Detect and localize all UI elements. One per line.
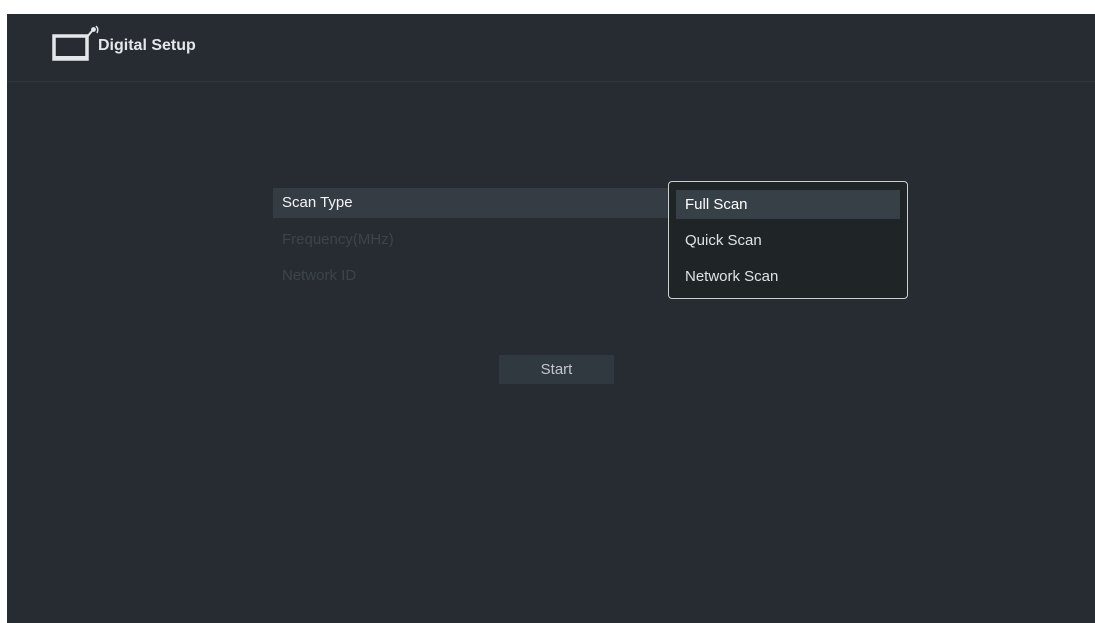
start-button[interactable]: Start <box>499 355 614 384</box>
option-network-scan[interactable]: Network Scan <box>676 262 900 291</box>
scan-type-dropdown: Full Scan Quick Scan Network Scan <box>668 181 908 299</box>
option-full-scan[interactable]: Full Scan <box>676 190 900 219</box>
option-quick-scan[interactable]: Quick Scan <box>676 226 900 255</box>
header-bar: Digital Setup <box>7 14 1095 82</box>
menu-item-scan-type[interactable]: Scan Type <box>273 188 673 218</box>
menu-item-network-id: Network ID <box>282 267 357 284</box>
page-title: Digital Setup <box>98 37 196 54</box>
tv-antenna-icon <box>52 25 100 63</box>
tv-screen: Digital Setup Scan Type Frequency(MHz) N… <box>7 14 1095 623</box>
menu-item-frequency: Frequency(MHz) <box>282 231 394 248</box>
